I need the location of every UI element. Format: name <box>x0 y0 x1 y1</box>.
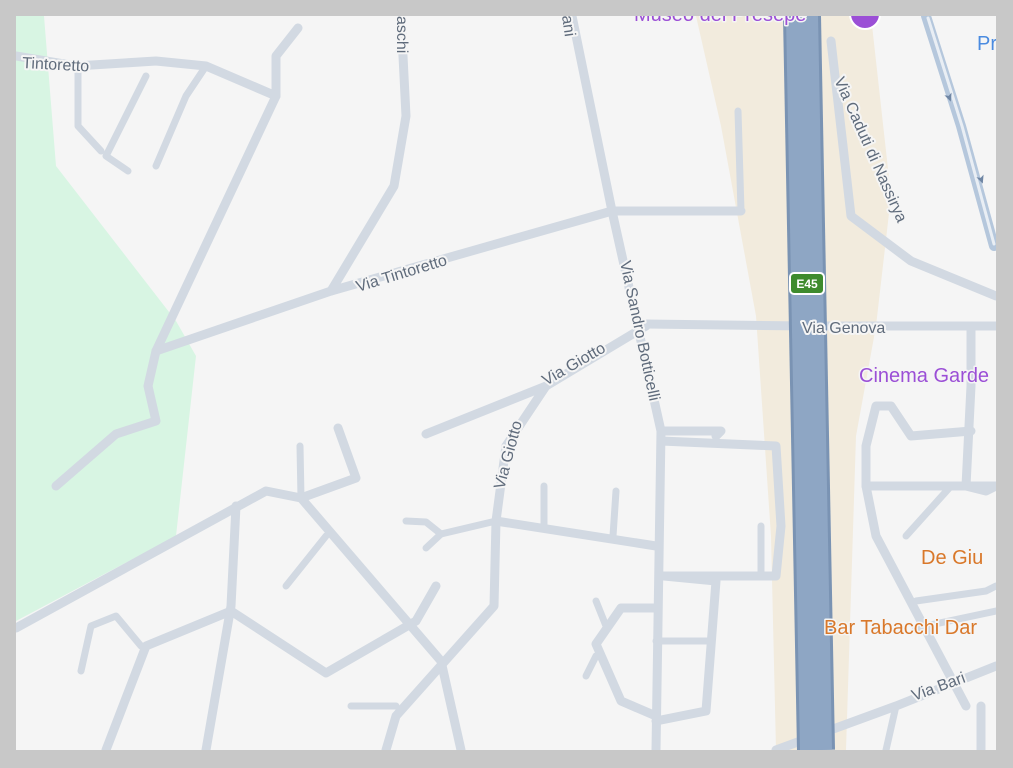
street-label-tintoretto-west: Tintoretto <box>22 55 90 75</box>
street-label-partial-ani: ani <box>558 16 578 38</box>
route-shield-label: E45 <box>796 277 818 291</box>
highway-shield-icon[interactable]: E45 <box>789 272 825 295</box>
map-viewport[interactable]: ➤ ➤ E45 Tintoretto Via Tintoretto aschi … <box>16 16 996 750</box>
street-label-via-genova: Via Genova <box>802 320 885 337</box>
street-label-partial-aschi: aschi <box>393 16 410 53</box>
poi-label-museo: Museo del Presepe <box>634 16 806 26</box>
poi-label-de-giu[interactable]: De Giu <box>920 546 985 571</box>
poi-label-cinema[interactable]: Cinema Garde <box>858 364 991 389</box>
poi-label-top-right[interactable]: Pr <box>976 32 997 57</box>
map-canvas[interactable]: ➤ ➤ E45 Tintoretto Via Tintoretto aschi … <box>16 16 996 750</box>
poi-label-bar-tabacchi[interactable]: Bar Tabacchi Dar <box>823 616 979 641</box>
motorway-e45 <box>783 16 835 750</box>
